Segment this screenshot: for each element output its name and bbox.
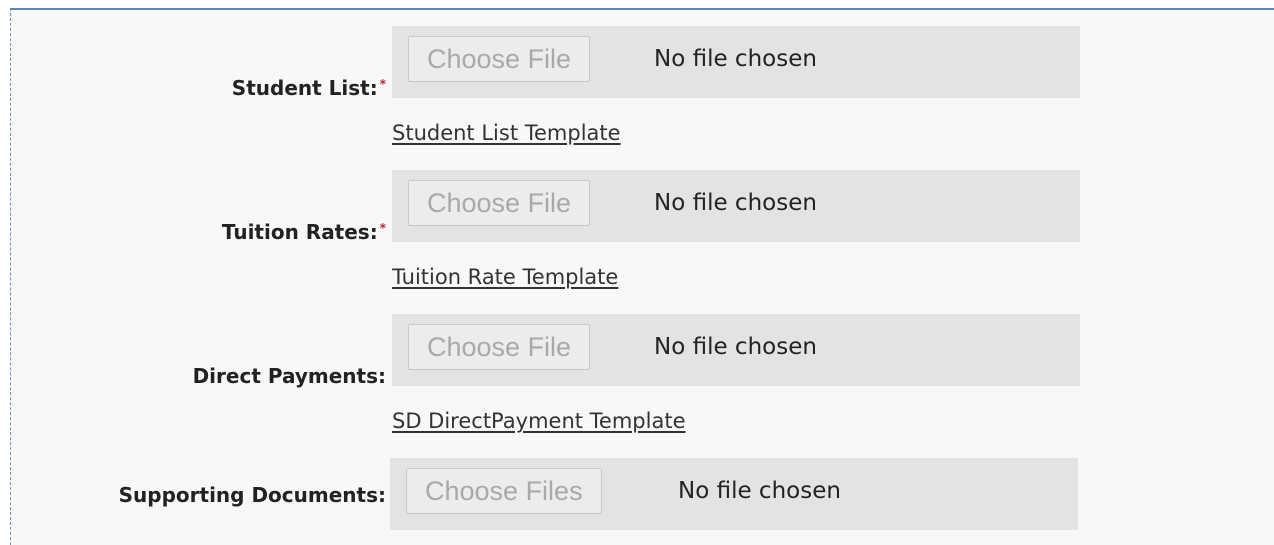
supporting-documents-file-status: No file chosen xyxy=(678,478,841,504)
student-list-choose-file-button[interactable]: Choose File xyxy=(408,36,591,82)
direct-payments-label-text: Direct Payments: xyxy=(192,364,386,388)
direct-payments-file-status: No file chosen xyxy=(654,334,817,360)
student-list-template-link[interactable]: Student List Template xyxy=(392,121,621,145)
student-list-label-text: Student List: xyxy=(231,76,378,100)
student-list-file-input[interactable]: Choose File No file chosen xyxy=(392,26,1080,98)
sd-directpayment-template-link[interactable]: SD DirectPayment Template xyxy=(392,409,686,433)
tuition-rate-template-link[interactable]: Tuition Rate Template xyxy=(392,265,618,289)
tuition-rates-label-text: Tuition Rates: xyxy=(221,220,378,244)
tuition-rates-file-input[interactable]: Choose File No file chosen xyxy=(392,170,1080,242)
tuition-rates-choose-file-button[interactable]: Choose File xyxy=(408,180,591,226)
required-marker: * xyxy=(379,77,386,91)
supporting-documents-label-text: Supporting Documents: xyxy=(118,483,386,507)
supporting-documents-file-input[interactable]: Choose Files No file chosen xyxy=(390,458,1078,530)
required-marker: * xyxy=(379,221,386,235)
supporting-documents-choose-files-button[interactable]: Choose Files xyxy=(406,468,602,514)
direct-payments-choose-file-button[interactable]: Choose File xyxy=(408,324,591,370)
supporting-documents-label: Supporting Documents: xyxy=(119,483,386,507)
direct-payments-file-input[interactable]: Choose File No file chosen xyxy=(392,314,1080,386)
student-list-label: Student List: * xyxy=(232,76,386,100)
tuition-rates-label: Tuition Rates: * xyxy=(222,220,386,244)
student-list-file-status: No file chosen xyxy=(654,46,817,72)
tuition-rates-file-status: No file chosen xyxy=(654,190,817,216)
direct-payments-label: Direct Payments: xyxy=(193,364,386,388)
